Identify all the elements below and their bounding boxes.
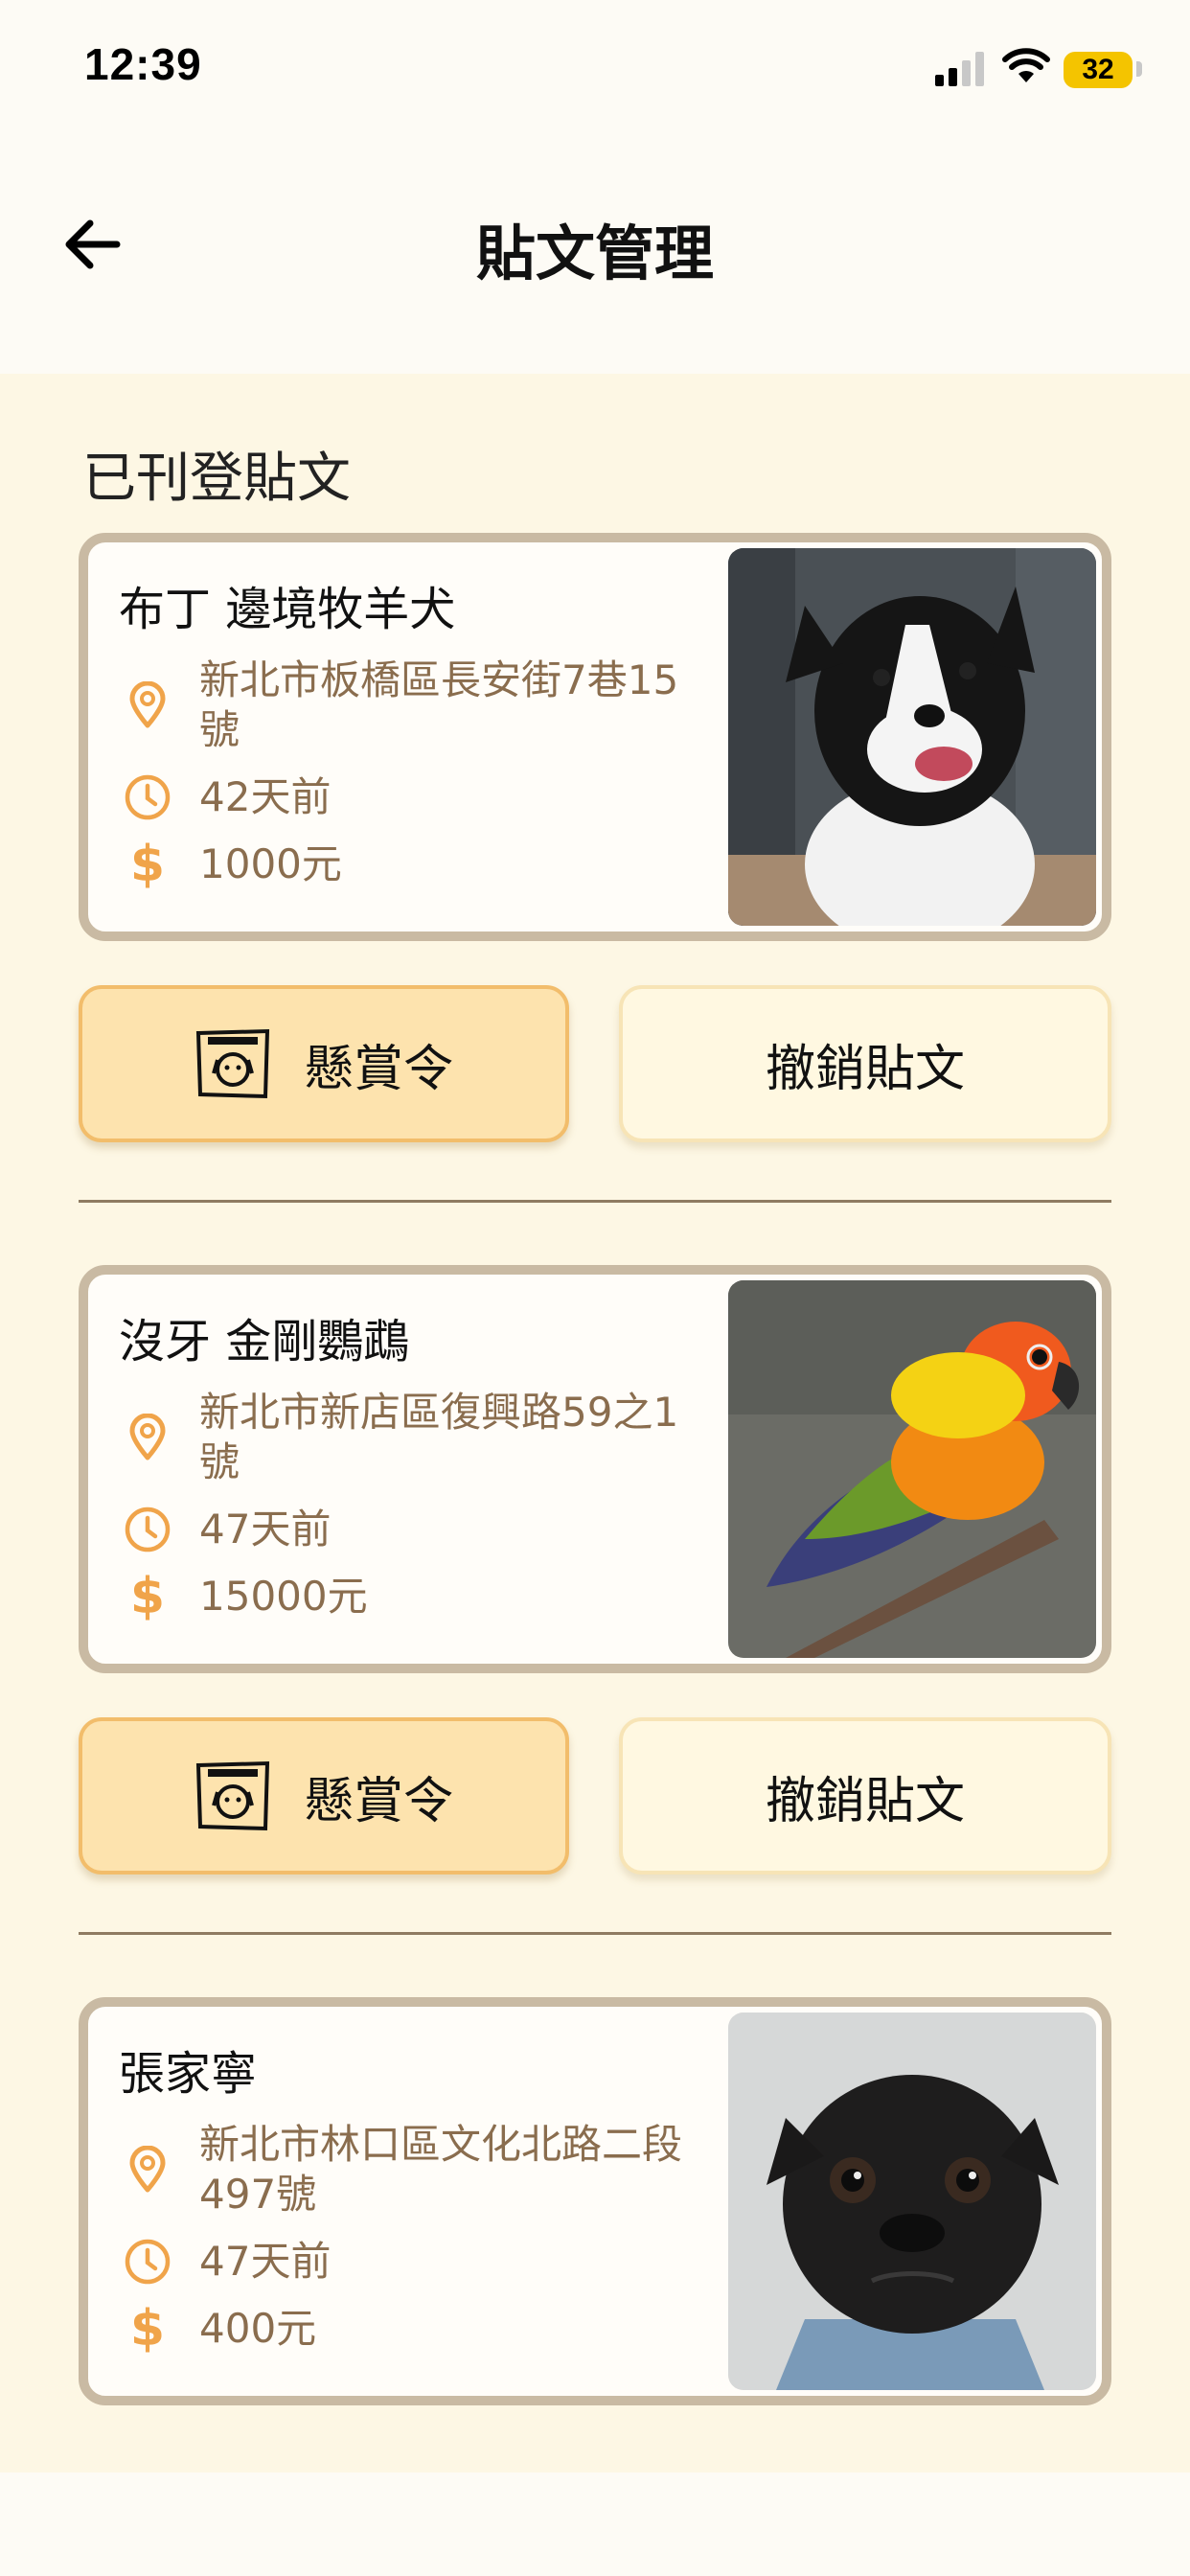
post-item: 張家寧 新北市林口區文化北路二段497號 47天前 $ 400元 xyxy=(79,1997,1111,2405)
status-bar: 12:39 32 xyxy=(0,0,1190,134)
revoke-post-button[interactable]: 撤銷貼文 xyxy=(619,985,1111,1142)
status-time: 12:39 xyxy=(84,39,202,89)
post-actions: 懸賞令 撤銷貼文 xyxy=(79,1717,1111,1874)
time-text: 42天前 xyxy=(199,773,332,820)
battery-icon: 32 xyxy=(1064,52,1133,88)
bottom-safe-area xyxy=(0,2472,1190,2576)
signal-icon xyxy=(935,52,984,86)
address-text: 新北市新店區復興路59之1號 xyxy=(199,1389,679,1485)
map-pin-icon xyxy=(119,1409,176,1466)
parrot-photo[interactable] xyxy=(728,1280,1096,1658)
address-row: 新北市林口區文化北路二段497號 xyxy=(119,2120,713,2220)
price-text: 400元 xyxy=(199,2305,317,2352)
pet-name: 布丁 邊境牧羊犬 xyxy=(119,583,456,636)
bounty-label: 懸賞令 xyxy=(303,1040,453,1098)
wifi-icon xyxy=(1002,48,1050,82)
post-list-container[interactable]: 已刊登貼文 布丁 邊境牧羊犬 新北市板橋區長安街7巷15號 42天前 $ 100… xyxy=(0,374,1190,2472)
clock-icon xyxy=(119,2233,176,2290)
bounty-label: 懸賞令 xyxy=(303,1772,453,1830)
section-title: 已刊登貼文 xyxy=(82,448,351,510)
post-card[interactable]: 布丁 邊境牧羊犬 新北市板橋區長安街7巷15號 42天前 $ 1000元 xyxy=(79,533,1111,941)
clock-icon xyxy=(119,1501,176,1558)
price-row: $ 1000元 xyxy=(119,836,713,893)
address-row: 新北市新店區復興路59之1號 xyxy=(119,1388,713,1487)
bounty-button[interactable]: 懸賞令 xyxy=(79,985,569,1142)
pet-name: 沒牙 金剛鸚鵡 xyxy=(119,1315,410,1368)
dollar-icon: $ xyxy=(129,1568,166,1625)
pet-name: 張家寧 xyxy=(119,2047,258,2101)
dollar-icon: $ xyxy=(129,836,166,893)
address-text: 新北市板橋區長安街7巷15號 xyxy=(199,656,679,753)
battery-tip xyxy=(1136,61,1142,77)
price-text: 1000元 xyxy=(199,840,342,887)
revoke-post-button[interactable]: 撤銷貼文 xyxy=(619,1717,1111,1874)
border-collie-photo[interactable] xyxy=(728,548,1096,926)
post-item: 布丁 邊境牧羊犬 新北市板橋區長安街7巷15號 42天前 $ 1000元 懸賞令… xyxy=(79,533,1111,1203)
map-pin-icon xyxy=(119,677,176,734)
page-title: 貼文管理 xyxy=(475,218,714,288)
bounty-button[interactable]: 懸賞令 xyxy=(79,1717,569,1874)
divider xyxy=(79,1200,1111,1203)
address-text: 新北市林口區文化北路二段497號 xyxy=(199,2121,683,2218)
price-text: 15000元 xyxy=(199,1573,368,1620)
post-item: 沒牙 金剛鸚鵡 新北市新店區復興路59之1號 47天前 $ 15000元 懸賞令… xyxy=(79,1265,1111,1935)
wanted-poster-icon xyxy=(195,1760,270,1831)
divider xyxy=(79,1932,1111,1935)
time-text: 47天前 xyxy=(199,2238,332,2285)
price-row: $ 15000元 xyxy=(119,1568,713,1625)
map-pin-icon xyxy=(119,2141,176,2198)
address-row: 新北市板橋區長安街7巷15號 xyxy=(119,656,713,755)
post-management-screen: 12:39 32 貼文管理 已刊登貼文 布丁 邊境牧羊犬 新北市板橋區長安街7巷… xyxy=(0,0,1190,2576)
post-card[interactable]: 張家寧 新北市林口區文化北路二段497號 47天前 $ 400元 xyxy=(79,1997,1111,2405)
price-row: $ 400元 xyxy=(119,2300,713,2358)
time-row: 47天前 xyxy=(119,1501,713,1558)
time-row: 47天前 xyxy=(119,2233,713,2290)
time-text: 47天前 xyxy=(199,1506,332,1552)
wanted-poster-icon xyxy=(195,1028,270,1099)
clock-icon xyxy=(119,769,176,826)
time-row: 42天前 xyxy=(119,769,713,826)
post-card[interactable]: 沒牙 金剛鸚鵡 新北市新店區復興路59之1號 47天前 $ 15000元 xyxy=(79,1265,1111,1673)
pug-photo[interactable] xyxy=(728,2012,1096,2390)
dollar-icon: $ xyxy=(129,2300,166,2358)
post-actions: 懸賞令 撤銷貼文 xyxy=(79,985,1111,1142)
header: 貼文管理 xyxy=(0,134,1190,374)
